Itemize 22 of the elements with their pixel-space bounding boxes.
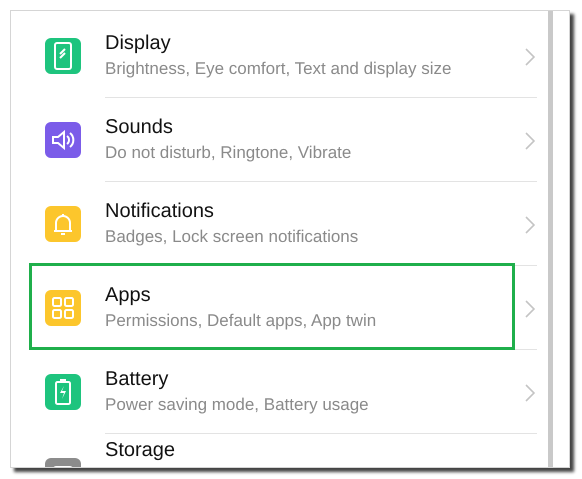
settings-item[interactable]: Apps Permissions, Default apps, App twin xyxy=(21,266,537,350)
item-title: Storage xyxy=(105,438,176,462)
chevron-icon xyxy=(525,132,535,150)
chevron-icon xyxy=(525,384,535,402)
item-title: Sounds xyxy=(105,114,174,139)
item-title: Notifications xyxy=(105,198,215,223)
item-description: Brightness, Eye comfort, Text and display size xyxy=(105,58,452,80)
item-description: Power saving mode, Battery usage xyxy=(105,394,370,416)
item-description: Badges, Lock screen notifications xyxy=(105,226,360,248)
item-description: Permissions, Default apps, App twin xyxy=(105,310,378,332)
item-title: Battery xyxy=(105,366,170,391)
settings-item[interactable]: Storage xyxy=(21,434,537,467)
chevron-icon xyxy=(525,216,535,234)
chevron-icon xyxy=(525,300,535,318)
item-description: Do not disturb, Ringtone, Vibrate xyxy=(105,142,352,164)
chevron-icon xyxy=(525,48,535,66)
settings-item[interactable]: Battery Power saving mode, Battery usage xyxy=(21,350,537,434)
settings-item[interactable]: Display Brightness, Eye comfort, Text and display size xyxy=(21,14,537,98)
item-title: Display xyxy=(105,30,172,55)
settings-item[interactable]: Notifications Badges, Lock screen notifications xyxy=(21,182,537,266)
settings-item[interactable]: Sounds Do not disturb, Ringtone, Vibrate xyxy=(21,98,537,182)
item-title: Apps xyxy=(105,282,152,307)
